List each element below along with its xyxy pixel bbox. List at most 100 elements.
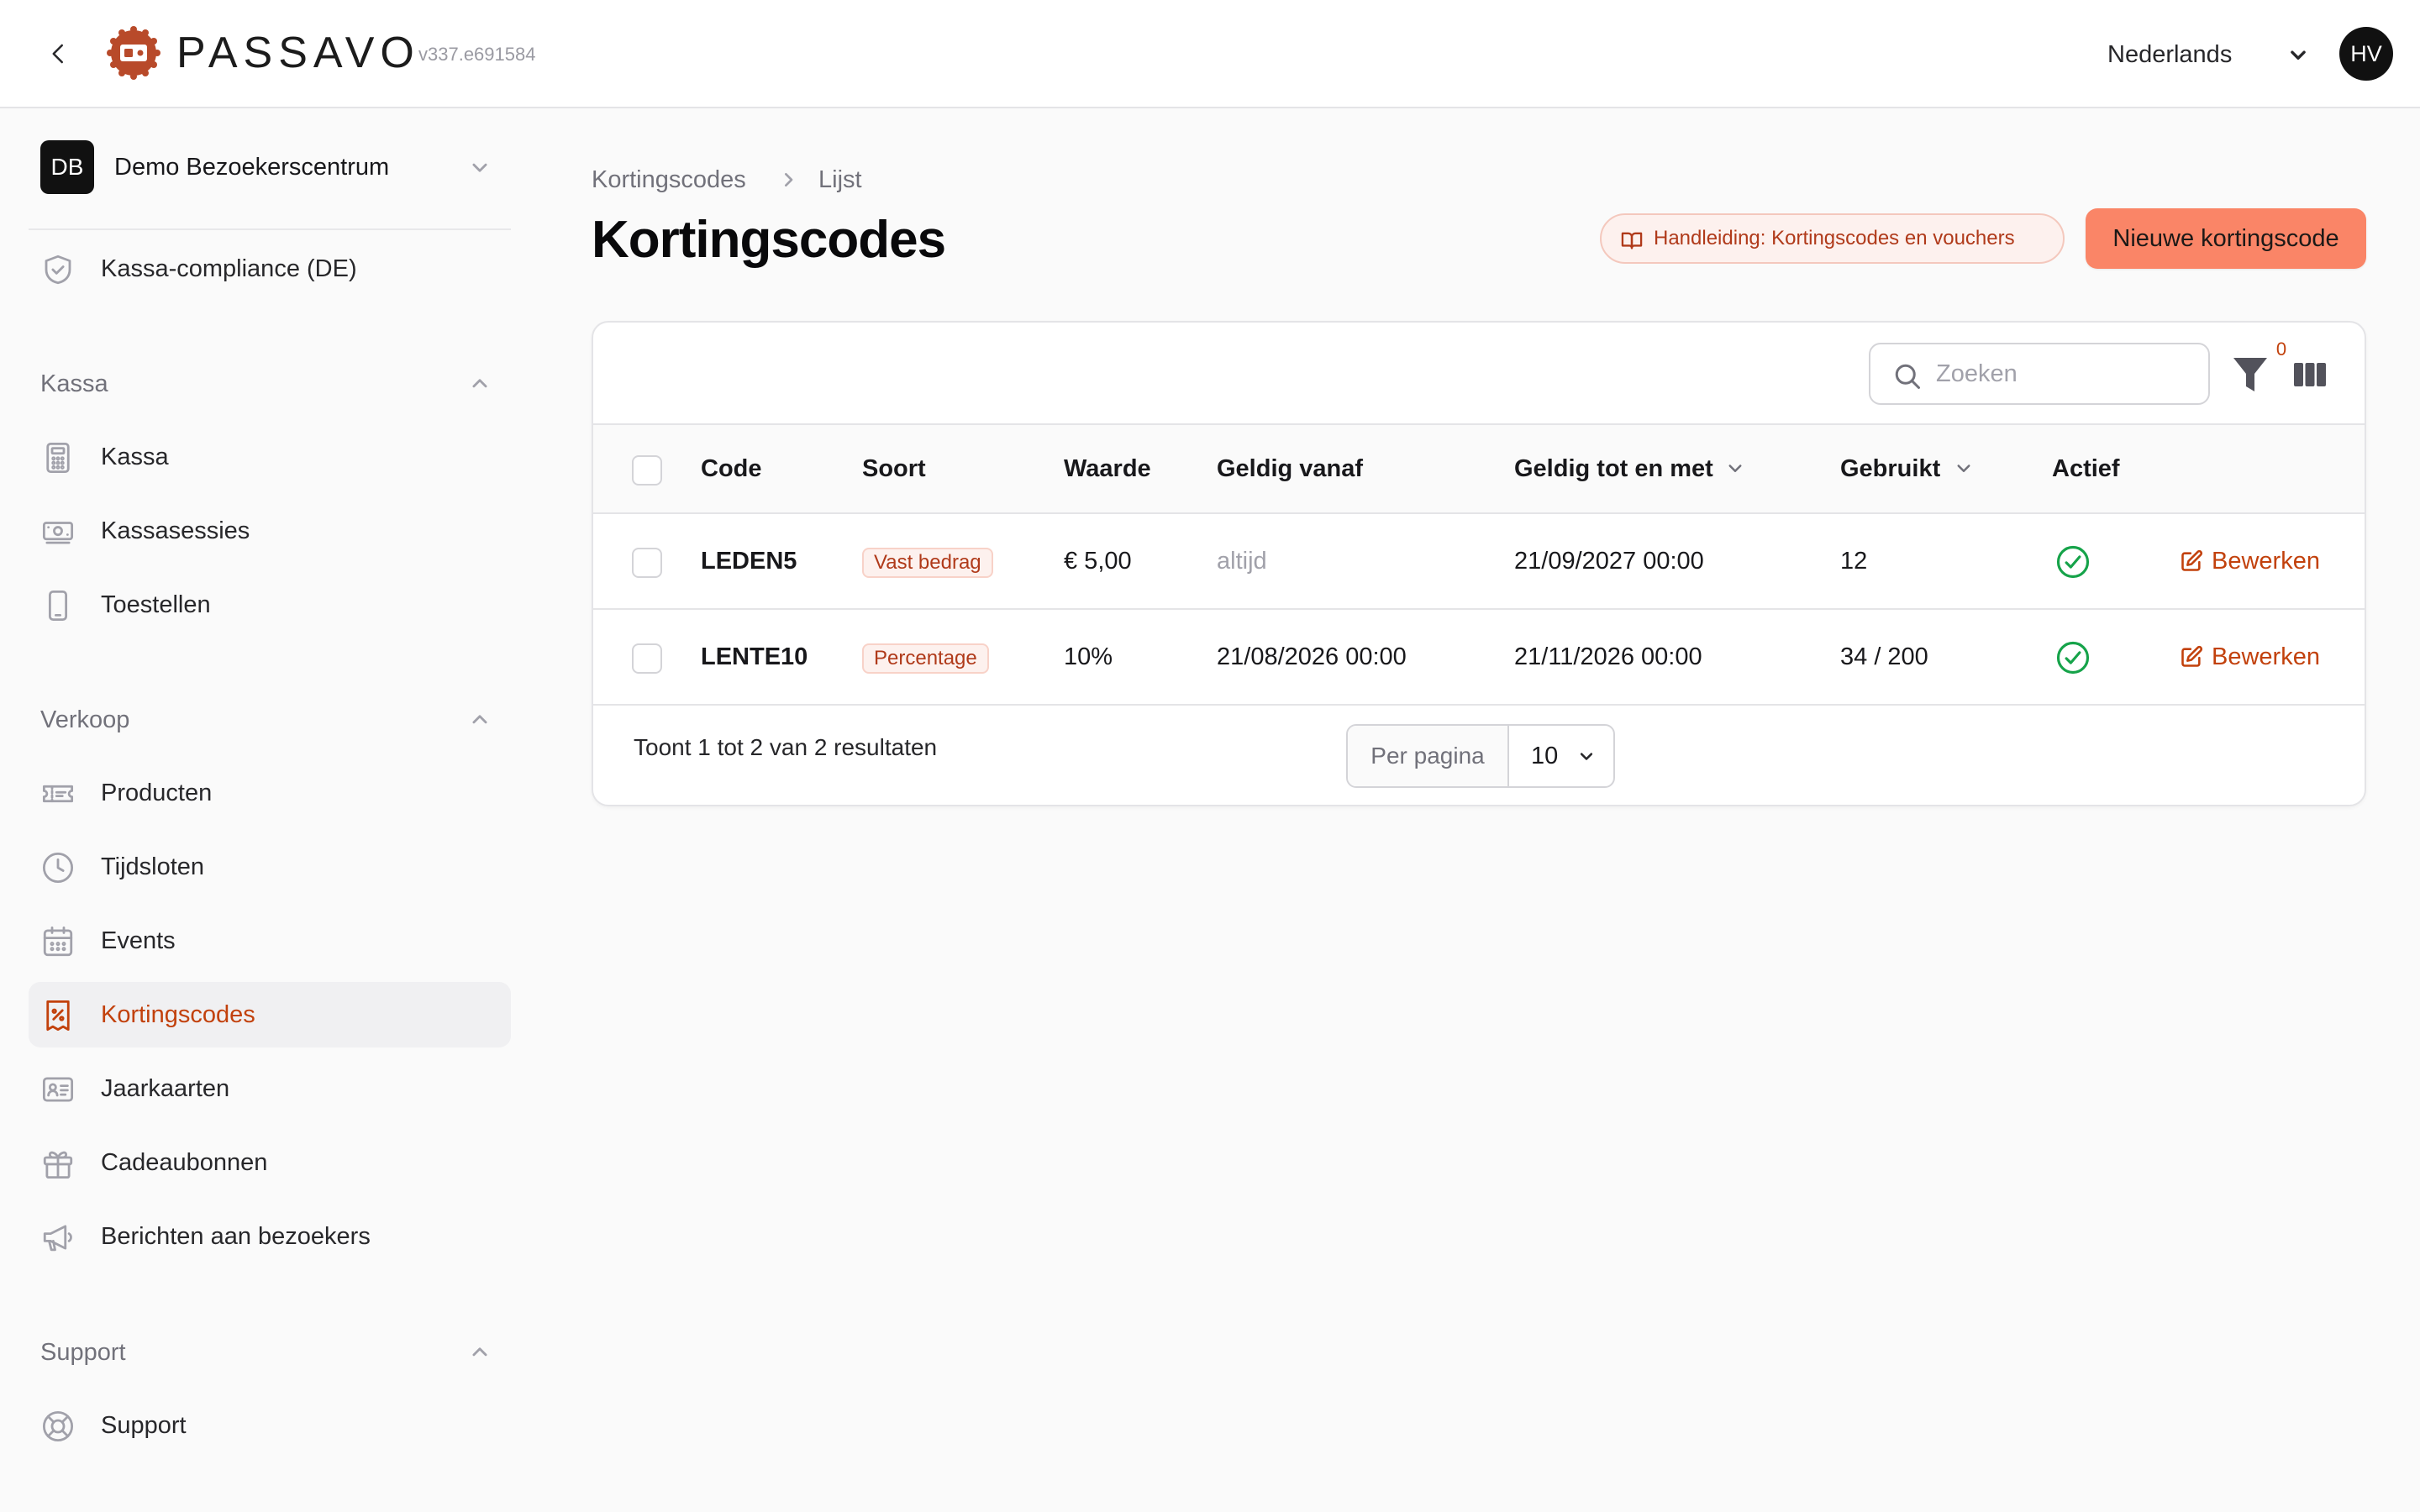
column-header-used[interactable]: Gebruikt — [1840, 425, 1940, 512]
chevron-up-icon — [472, 715, 487, 724]
edit-label: Bewerken — [2212, 548, 2320, 575]
sort-chevron-icon[interactable] — [1951, 455, 1976, 480]
sidebar-item-label: Events — [101, 927, 176, 954]
cell-value: 10% — [1064, 643, 1113, 670]
column-header-value: Waarde — [1064, 455, 1151, 482]
chevron-up-icon — [472, 1347, 487, 1357]
guide-link-label: Handleiding: Kortingscodes en vouchers — [1654, 227, 2015, 249]
discount-receipt-icon — [46, 1000, 70, 1032]
edit-icon — [2181, 645, 2203, 667]
sidebar-item-label: Cadeaubonnen — [101, 1149, 268, 1176]
column-header-valid-until[interactable]: Geldig tot en met — [1514, 425, 1713, 512]
sidebar-section-verkoop[interactable]: Verkoop — [29, 697, 511, 743]
sidebar-item-label: Kassa-compliance (DE) — [101, 255, 357, 282]
sidebar-section-support[interactable]: Support — [29, 1330, 511, 1375]
sidebar-item-toestellen[interactable]: Toestellen — [29, 572, 511, 638]
sidebar-item-berichten[interactable]: Berichten aan bezoekers — [29, 1204, 511, 1269]
new-discount-code-button[interactable]: Nieuwe kortingscode — [2086, 208, 2366, 269]
cell-used: 12 — [1840, 548, 1868, 575]
sidebar-item-producten[interactable]: Producten — [29, 760, 511, 826]
org-badge: DB — [40, 140, 94, 194]
type-badge: Percentage — [862, 643, 989, 674]
type-badge: Vast bedrag — [862, 548, 993, 578]
ticket-icon — [42, 785, 74, 803]
table-row: LEDEN5 Vast bedrag € 5,00 altijd 21/09/2… — [593, 514, 2365, 610]
sidebar-item-jaarkaarten[interactable]: Jaarkaarten — [29, 1056, 511, 1121]
column-header-active: Actief — [2052, 455, 2120, 482]
sidebar-item-label: Berichten aan bezoekers — [101, 1223, 371, 1250]
row-checkbox[interactable] — [632, 548, 662, 578]
search-icon — [1895, 364, 1920, 389]
sidebar-section-kassa[interactable]: Kassa — [29, 361, 511, 407]
sidebar-item-support[interactable]: Support — [29, 1393, 511, 1458]
gift-icon — [43, 1151, 73, 1179]
chevron-down-icon[interactable] — [2284, 40, 2312, 69]
sidebar-item-label: Producten — [101, 780, 213, 806]
id-card-icon — [42, 1077, 74, 1102]
book-open-icon — [1621, 232, 1643, 249]
back-button[interactable] — [39, 34, 79, 74]
per-page-label: Per pagina — [1348, 726, 1509, 786]
calculator-icon — [46, 442, 70, 474]
app-version: v337.e691584 — [418, 44, 536, 65]
per-page-control: Per pagina 10 — [1346, 724, 1615, 788]
language-selector[interactable]: Nederlands — [2107, 37, 2232, 72]
row-checkbox[interactable] — [632, 643, 662, 674]
org-name: Demo Bezoekerscentrum — [114, 154, 390, 181]
sidebar-item-label: Jaarkaarten — [101, 1075, 230, 1102]
columns-icon[interactable] — [2292, 360, 2328, 390]
page-title: Kortingscodes — [592, 211, 946, 269]
search-input[interactable] — [1936, 349, 2196, 398]
sidebar-item-kassa-compliance[interactable]: Kassa-compliance (DE) — [29, 236, 511, 302]
cell-code: LENTE10 — [701, 643, 808, 670]
check-circle-icon — [2056, 545, 2090, 579]
filter-count-badge: 0 — [2275, 339, 2287, 360]
column-header-valid-from: Geldig vanaf — [1217, 455, 1364, 482]
edit-label: Bewerken — [2212, 643, 2320, 670]
sidebar-item-events[interactable]: Events — [29, 908, 511, 974]
guide-link-button[interactable]: Handleiding: Kortingscodes en vouchers — [1600, 213, 2065, 264]
lifebuoy-icon — [42, 1410, 74, 1442]
sidebar-section-label: Support — [40, 1339, 126, 1366]
sidebar-item-kassasessies[interactable]: Kassasessies — [29, 498, 511, 564]
calendar-icon — [43, 926, 73, 957]
chevron-down-icon — [472, 163, 487, 172]
shield-check-icon — [45, 255, 71, 285]
sidebar-item-tijdsloten[interactable]: Tijdsloten — [29, 834, 511, 900]
phone-icon — [48, 590, 68, 622]
megaphone-icon — [43, 1225, 72, 1252]
sidebar-item-label: Kassa — [101, 444, 169, 470]
sidebar-item-label: Support — [101, 1412, 187, 1439]
cell-code: LEDEN5 — [701, 548, 797, 575]
discount-codes-table-card: 0 Code Soort Waarde Geldig vanaf Geldig … — [592, 321, 2366, 806]
breadcrumb-item[interactable]: Kortingscodes — [592, 158, 746, 202]
cell-used: 34 / 200 — [1840, 643, 1928, 670]
select-all-checkbox[interactable] — [632, 455, 662, 486]
clock-icon — [42, 852, 74, 884]
sidebar-item-label: Toestellen — [101, 591, 211, 618]
sidebar-section-label: Kassa — [40, 370, 108, 397]
table-header: Code Soort Waarde Geldig vanaf Geldig to… — [593, 423, 2365, 514]
sidebar-item-kassa[interactable]: Kassa — [29, 424, 511, 490]
cell-valid-until: 21/11/2026 00:00 — [1514, 643, 1702, 670]
cell-value: € 5,00 — [1064, 548, 1132, 575]
filter-icon[interactable] — [2232, 354, 2269, 396]
passavo-logo-icon — [107, 26, 160, 80]
sidebar-section-label: Verkoop — [40, 706, 130, 733]
user-avatar[interactable]: HV — [2339, 27, 2393, 81]
sort-chevron-icon[interactable] — [1723, 455, 1748, 480]
check-circle-icon — [2056, 641, 2090, 675]
sidebar-item-label: Kortingscodes — [101, 1001, 255, 1028]
sidebar-item-cadeaubonnen[interactable]: Cadeaubonnen — [29, 1130, 511, 1195]
sidebar-item-kortingscodes[interactable]: Kortingscodes — [29, 982, 511, 1047]
chevron-up-icon — [472, 379, 487, 388]
cell-valid-until: 21/09/2027 00:00 — [1514, 548, 1704, 575]
chevron-right-icon — [785, 173, 793, 186]
breadcrumb-item: Lijst — [818, 166, 862, 193]
sidebar: DB Demo Bezoekerscentrum Kassa-complianc… — [0, 110, 538, 1512]
column-header-type: Soort — [862, 455, 926, 482]
organization-switcher[interactable]: DB Demo Bezoekerscentrum — [40, 140, 511, 196]
table-row: LENTE10 Percentage 10% 21/08/2026 00:00 … — [593, 610, 2365, 706]
per-page-select[interactable]: 10 — [1511, 726, 1613, 786]
cell-valid-from: 21/08/2026 00:00 — [1217, 643, 1407, 670]
